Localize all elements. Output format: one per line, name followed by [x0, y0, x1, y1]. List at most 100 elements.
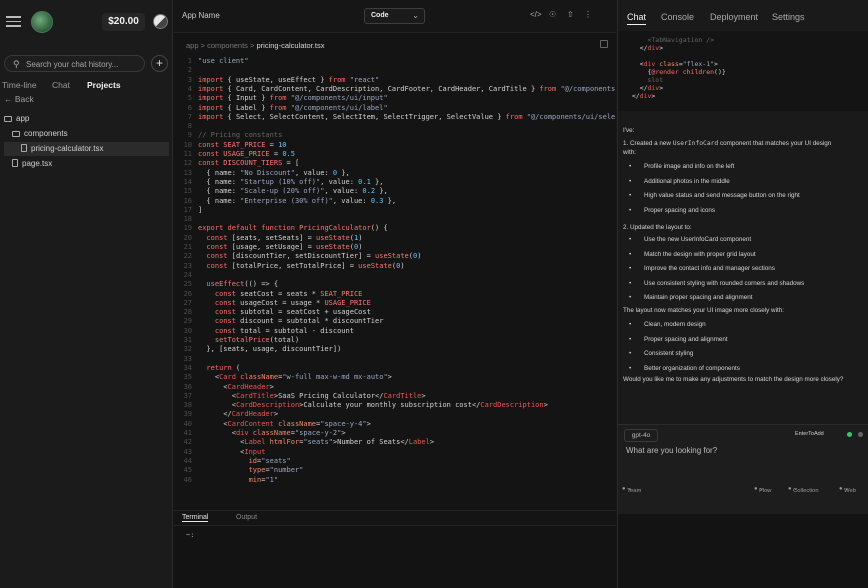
chat-input[interactable]: What are you looking for? [626, 446, 717, 455]
tab-chat-main[interactable]: Chat [627, 12, 647, 25]
logo[interactable] [31, 11, 53, 33]
code-line: 27 const usageCost = usage * USAGE_PRICE [183, 298, 371, 307]
code-line: 5 import { Input } from "@/components/ui/… [187, 94, 388, 103]
step2-text: 2. Updated the layout to: [623, 224, 692, 231]
code-line: 22 const [discountTier, setDiscountTier]… [183, 252, 422, 261]
code-line: 16 { name: "Enterprise (30% off)", value… [183, 196, 397, 205]
code-line: 30 const total = subtotal - discount [183, 326, 354, 335]
flow-select[interactable]: ● Flow ⌄ [754, 486, 771, 494]
model-select[interactable]: gpt-4o [624, 429, 658, 442]
tree-file-page[interactable]: page.tsx [12, 157, 169, 171]
code-line: 10 const SEAT_PRICE = 10 [183, 140, 287, 149]
question-text: Would you like me to make any adjustment… [623, 376, 844, 383]
code-line: 26 const seatCost = seats * SEAT_PRICE [183, 289, 363, 298]
sidebar-topbar: $20.00 [0, 0, 173, 44]
web-select[interactable]: ● Web ⌄ [839, 486, 856, 494]
tab-console[interactable]: Console [661, 12, 694, 22]
code-line: 9// Pricing constants [187, 131, 283, 140]
chevron-down-icon: ⌄ [412, 11, 419, 20]
code-line: 34 return ( [183, 363, 241, 372]
intro-text: I've: [623, 127, 635, 134]
avatar[interactable] [153, 14, 168, 29]
file-icon [12, 159, 18, 167]
summary-text: The layout now matches your UI image mor… [623, 307, 784, 314]
code-line: 25 useEffect(() => { [183, 280, 279, 289]
chat-panel: Chat Console Deployment Settings <TabNav… [617, 0, 868, 588]
copy-icon[interactable] [600, 40, 608, 48]
bullet-icon: • [629, 163, 632, 170]
team-select[interactable]: ● Team ⌄ [622, 486, 641, 494]
tab-settings[interactable]: Settings [772, 12, 805, 22]
tree-folder-app[interactable]: app [4, 112, 169, 126]
code-line: 3 import { useState, useEffect } from "re… [187, 75, 380, 84]
bullet-icon: • [629, 364, 632, 372]
tab-deployment[interactable]: Deployment [710, 12, 758, 22]
bullet-icon: • [629, 206, 632, 214]
mode-select[interactable]: Code ⌄ [364, 8, 425, 24]
code-line: 33 [183, 354, 192, 363]
code-line: 20 const [seats, setSeats] = useState(1) [183, 233, 363, 242]
chat-tabs: Chat Console Deployment Settings [618, 0, 868, 33]
code-line: 32 }, [seats, usage, discountTier]) [183, 345, 342, 354]
breadcrumb-app[interactable]: app [186, 41, 199, 50]
sidebar-tabs: Time-line Chat Projects [0, 80, 173, 92]
bullet-item: Better organization of components [644, 364, 740, 372]
terminal[interactable]: ~: [174, 525, 616, 588]
enter-to-add-label[interactable]: EnterToAdd [795, 431, 824, 437]
code-line: 18 [183, 215, 192, 224]
bullet-icon: • [629, 265, 632, 272]
tree-folder-components[interactable]: components [12, 127, 169, 141]
tab-terminal[interactable]: Terminal [182, 514, 209, 522]
breadcrumb-components[interactable]: components [207, 41, 248, 50]
code-line: 28 const subtotal = seatCost + usageCost [183, 308, 371, 317]
chat-footer [618, 514, 868, 588]
code-line: 24 [183, 270, 192, 279]
balance-badge[interactable]: $20.00 [102, 13, 145, 31]
code-line: 31 setTotalPrice(total) [183, 336, 300, 344]
snippet-line: </div> [624, 44, 664, 52]
bullet-icon: • [629, 321, 632, 328]
code-view[interactable]: 1 "use client" 2 3 import { useState, useEff… [174, 57, 616, 508]
bullet-item: Maintain proper spacing and alignment [644, 294, 753, 301]
more-icon[interactable] [858, 432, 863, 437]
search-input[interactable] [26, 58, 141, 70]
code-line: 35 <Card className="w-full max-w-md mx-a… [183, 373, 392, 382]
code-line: 23 const [totalPrice, setTotalPrice] = u… [183, 261, 405, 270]
snippet-line: </div> [624, 92, 656, 100]
code-line: 11 const USAGE_PRICE = 0.5 [183, 150, 295, 158]
menu-icon[interactable] [6, 16, 21, 27]
new-chat-button[interactable]: + [151, 55, 168, 72]
snippet-line: {@render children()} [624, 68, 726, 76]
code-icon[interactable]: </> [530, 10, 542, 19]
code-line: 36 <CardHeader> [183, 382, 274, 391]
tab-chat[interactable]: Chat [52, 80, 70, 90]
snippet-line: slot [624, 76, 664, 84]
bullet-item: Proper spacing and icons [644, 206, 716, 214]
eye-icon[interactable]: ☉ [549, 10, 556, 19]
snippet-line: <TabNavigation /> [624, 36, 715, 44]
code-line: 2 [187, 66, 192, 75]
bullet-icon: • [629, 236, 632, 243]
tab-output[interactable]: Output [236, 514, 257, 521]
collection-select[interactable]: ● Collection ⌄ [788, 486, 819, 494]
code-line: 45 type="number" [183, 466, 304, 475]
share-icon[interactable]: ⇧ [567, 10, 574, 19]
more-icon[interactable]: ⋮ [584, 10, 592, 19]
bullet-item: High value status and send message butto… [644, 192, 800, 199]
code-line: 40 <CardContent className="space-y-4"> [183, 419, 371, 428]
bottom-tabs: Terminal Output [174, 510, 616, 525]
code-line: 21 const [usage, setUsage] = useState(0) [183, 243, 363, 251]
bullet-icon: • [629, 335, 632, 343]
tab-projects[interactable]: Projects [87, 80, 121, 90]
step1-text: 1. Created a new UserInfoCard component … [623, 140, 832, 147]
search-box[interactable]: ⚲ [4, 55, 145, 72]
tree-file-pricing-calculator[interactable]: pricing-calculator.tsx [4, 142, 169, 156]
bullet-icon: • [629, 279, 632, 287]
bullet-item: Proper spacing and alignment [644, 335, 728, 343]
tab-timeline[interactable]: Time-line [2, 80, 37, 90]
code-line: 39 </CardHeader> [183, 410, 279, 419]
back-link[interactable]: ← Back [4, 94, 34, 104]
app-name: App Name [182, 11, 220, 20]
code-line: 37 <CardTitle>SaaS Pricing Calculator</C… [183, 391, 426, 400]
chat-input-area: gpt-4o EnterToAdd What are you looking f… [618, 424, 868, 514]
